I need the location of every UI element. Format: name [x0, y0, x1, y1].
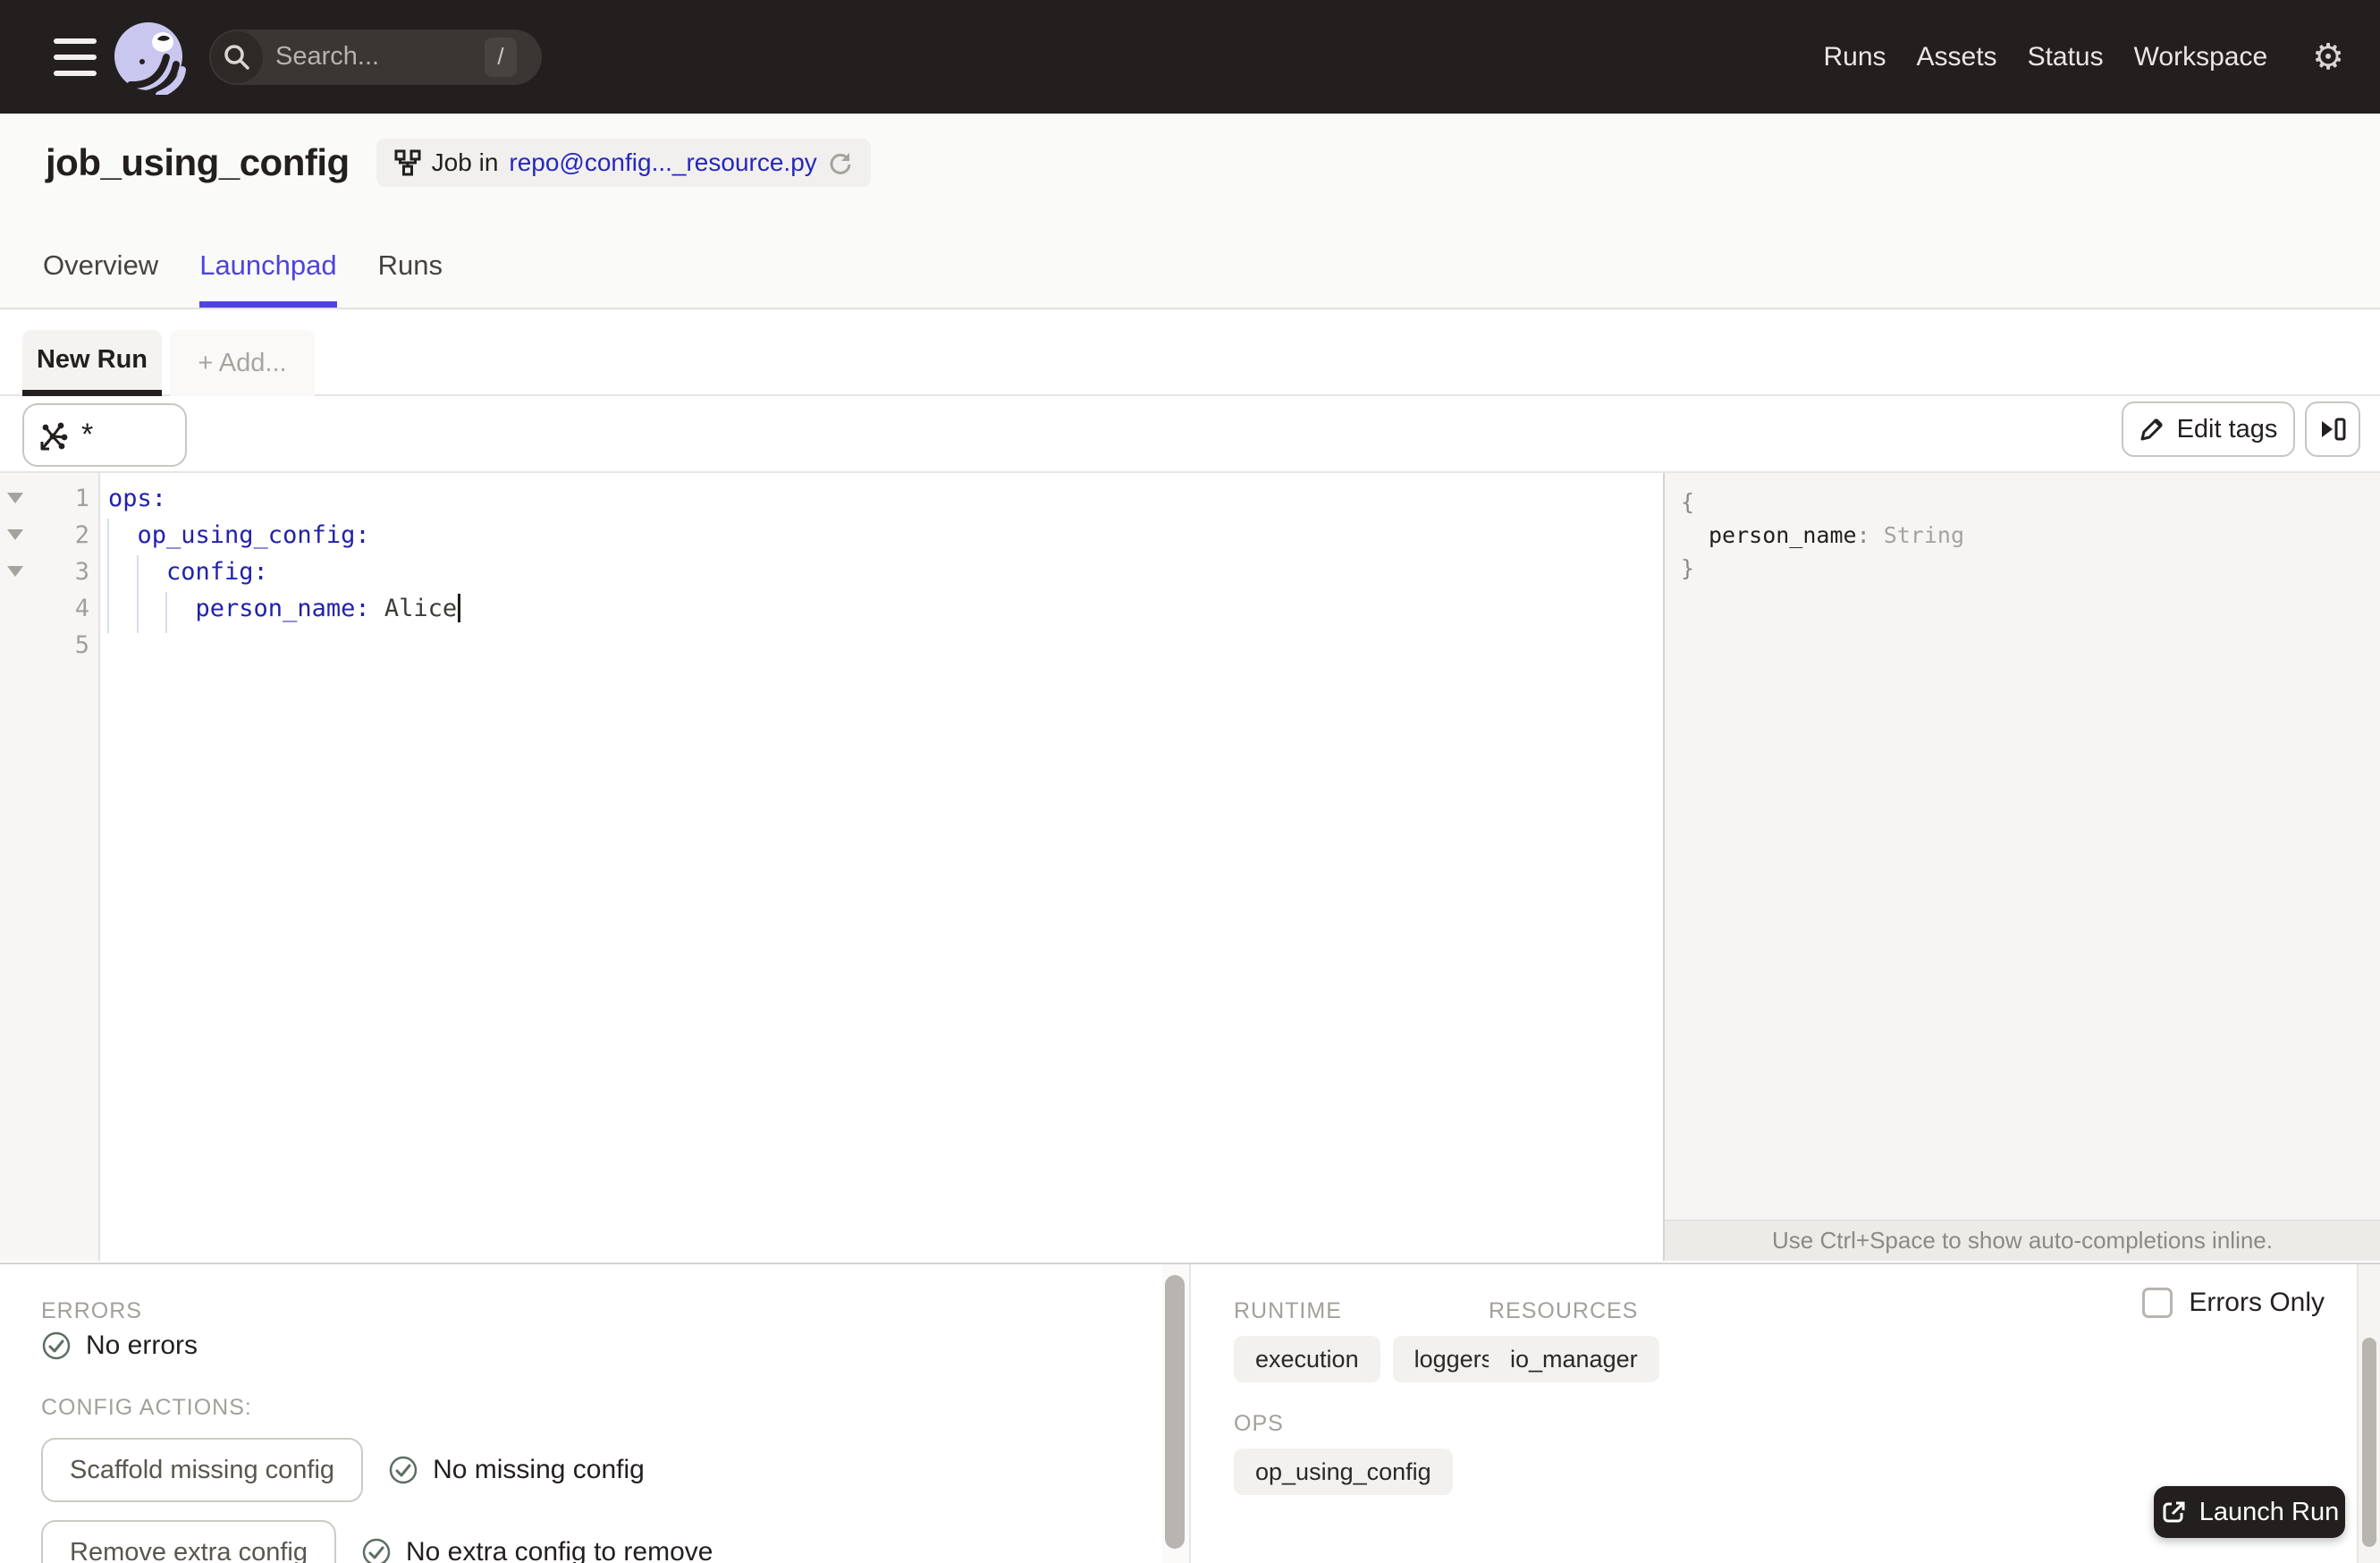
tag-row: * Edit tags: [0, 396, 2380, 473]
pencil-icon: [2140, 418, 2163, 441]
scrollbar-thumb[interactable]: [2362, 1338, 2376, 1547]
dagster-launchpad-page: Search... / Runs Assets Status Workspace…: [0, 0, 2380, 1563]
search-input[interactable]: Search... /: [209, 29, 542, 85]
errors-label: ERRORS: [41, 1298, 142, 1323]
scrollbar-thumb[interactable]: [1165, 1275, 1185, 1549]
edit-tags-button[interactable]: Edit tags: [2122, 401, 2295, 457]
schema-open-brace: {: [1681, 489, 1695, 515]
scaffold-missing-config-button[interactable]: Scaffold missing config: [41, 1438, 364, 1502]
errors-only-control: Errors Only: [2142, 1288, 2325, 1318]
text-cursor: [458, 594, 461, 622]
search-icon: [211, 30, 263, 83]
tab-overview[interactable]: Overview: [43, 249, 158, 308]
errors-only-checkbox[interactable]: [2142, 1288, 2173, 1318]
schema-field-type: String: [1883, 522, 1964, 548]
job-tabs: Overview Launchpad Runs: [43, 249, 443, 308]
job-header: job_using_config Job in repo@config..._r…: [0, 114, 2380, 309]
config-editor[interactable]: 1 2 3 4 5 ops: op_using_config: config: …: [0, 473, 1661, 1261]
no-extra-config-status: No extra config to remove: [361, 1537, 713, 1563]
expand-panel-button[interactable]: [2305, 401, 2360, 457]
errors-only-label: Errors Only: [2189, 1288, 2325, 1317]
nav-item-assets[interactable]: Assets: [1917, 42, 1997, 72]
job-location-badge: Job in repo@config..._resource.py: [376, 139, 871, 187]
no-missing-config-status: No missing config: [388, 1455, 645, 1485]
schema-close-brace: }: [1681, 555, 1695, 581]
config-actions-label: CONFIG ACTIONS:: [41, 1395, 252, 1420]
tab-new-run[interactable]: New Run: [22, 330, 162, 396]
code-line: op_using_config:: [108, 521, 370, 549]
code-line: config:: [108, 558, 268, 586]
code-line: person_name: Alice: [108, 590, 461, 627]
gear-icon[interactable]: ⚙: [2312, 39, 2344, 75]
editor-gutter: 1 2 3 4 5: [0, 473, 100, 1261]
resources-tags: io_manager: [1489, 1336, 1659, 1382]
launch-run-button[interactable]: Launch Run: [2154, 1486, 2345, 1538]
check-circle-icon: [389, 1456, 418, 1484]
nav-item-status[interactable]: Status: [2028, 42, 2104, 72]
ops-label: OPS: [1234, 1411, 1284, 1436]
resources-label: RESOURCES: [1489, 1298, 1639, 1323]
menu-icon[interactable]: [54, 38, 97, 76]
preview-scrollbar[interactable]: [2357, 1264, 2380, 1563]
schema-view: { person_name: String }: [1681, 486, 1964, 585]
check-circle-icon: [42, 1331, 71, 1360]
reload-icon[interactable]: [828, 150, 853, 175]
ops-tags: op_using_config: [1234, 1449, 1453, 1495]
line-number: 2: [74, 521, 89, 549]
repo-link[interactable]: repo@config..._resource.py: [509, 148, 816, 177]
panel-scrollbar[interactable]: [1162, 1264, 1189, 1563]
line-number: 1: [74, 485, 89, 512]
remove-extra-config-button[interactable]: Remove extra config: [41, 1520, 336, 1563]
bottom-panel: ERRORS No errors CONFIG ACTIONS: Scaffol…: [0, 1263, 2380, 1563]
code-line: ops:: [108, 485, 167, 512]
nav-links: Runs Assets Status Workspace ⚙: [1823, 39, 2380, 75]
nav-item-workspace[interactable]: Workspace: [2134, 42, 2268, 72]
op-selector-value: *: [81, 418, 94, 452]
edit-tags-label: Edit tags: [2176, 414, 2278, 444]
line-number: 3: [74, 558, 89, 586]
search-placeholder: Search...: [275, 42, 380, 71]
line-number: 5: [74, 631, 89, 659]
config-schema-panel: { person_name: String } Use Ctrl+Space t…: [1663, 473, 2380, 1261]
runtime-label: RUNTIME: [1234, 1298, 1342, 1323]
tab-launchpad[interactable]: Launchpad: [199, 249, 337, 308]
top-nav: Search... / Runs Assets Status Workspace…: [0, 0, 2380, 114]
check-circle-icon: [362, 1538, 391, 1563]
launchpad-main: 1 2 3 4 5 ops: op_using_config: config: …: [0, 473, 2380, 1261]
schema-field-name[interactable]: person_name: [1681, 522, 1857, 548]
job-graph-icon: [394, 149, 421, 176]
badge-prefix: Job in: [431, 148, 499, 176]
add-config-tab-button[interactable]: + Add...: [170, 330, 315, 396]
dagster-logo-icon[interactable]: [113, 20, 188, 95]
search-shortcut-badge: /: [485, 37, 517, 77]
runtime-tags: execution loggers: [1234, 1336, 1515, 1382]
play-into-panel-icon: [2322, 418, 2346, 441]
tab-runs[interactable]: Runs: [378, 249, 443, 308]
scaffold-config-row: Scaffold missing config No missing confi…: [41, 1438, 645, 1502]
launchpad-tab-strip: New Run + Add...: [0, 311, 2380, 396]
line-number: 4: [74, 595, 89, 622]
launch-icon: [2163, 1501, 2185, 1523]
autocomplete-hint: Use Ctrl+Space to show auto-completions …: [1665, 1220, 2380, 1261]
nav-item-runs[interactable]: Runs: [1823, 42, 1886, 72]
runtime-tag[interactable]: execution: [1234, 1336, 1380, 1382]
resource-tag[interactable]: io_manager: [1489, 1336, 1659, 1382]
page-title: job_using_config: [46, 141, 350, 183]
no-errors-status: No errors: [41, 1331, 198, 1361]
op-selector-icon: [40, 422, 68, 450]
errors-section: ERRORS No errors CONFIG ACTIONS: Scaffol…: [0, 1264, 1162, 1563]
remove-config-row: Remove extra config No extra config to r…: [41, 1520, 713, 1563]
op-selector-input[interactable]: *: [22, 403, 187, 467]
yaml-code[interactable]: ops: op_using_config: config: person_nam…: [108, 480, 461, 663]
op-tag[interactable]: op_using_config: [1234, 1449, 1453, 1495]
